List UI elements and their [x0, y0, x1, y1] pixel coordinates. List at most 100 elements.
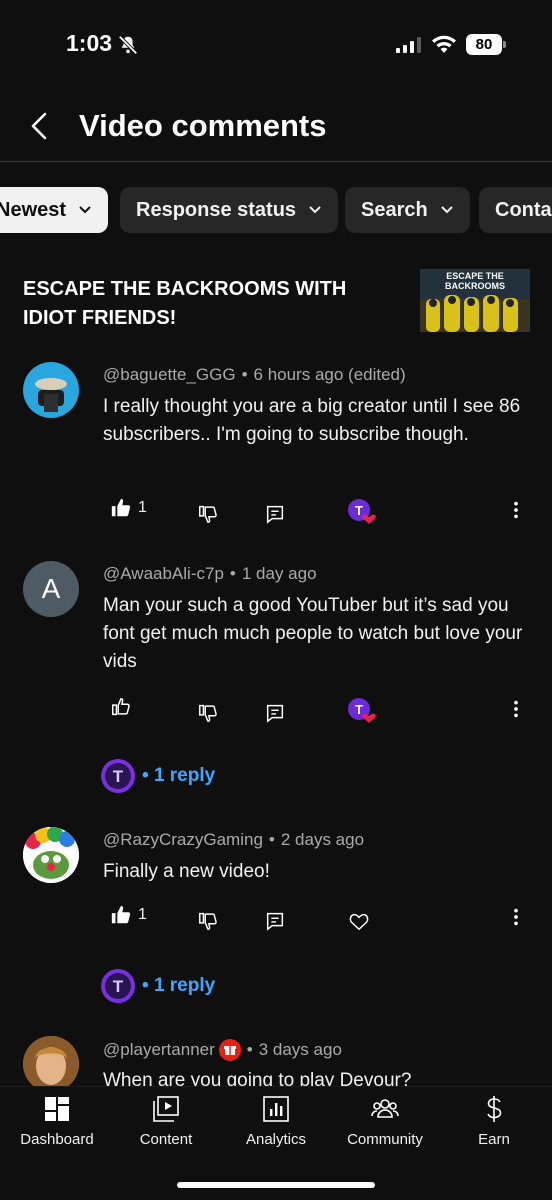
replies-label: • 1 reply — [142, 975, 216, 996]
chevron-down-icon — [441, 206, 453, 214]
nav-content[interactable]: Content — [111, 1095, 221, 1148]
dislike-button[interactable] — [197, 500, 219, 528]
chip-label: Conta — [495, 198, 552, 221]
comment-text: I really thought you are a big creator u… — [103, 396, 521, 445]
chip-contains[interactable]: Conta — [479, 187, 552, 233]
page-title: Video comments — [79, 108, 327, 143]
nav-analytics[interactable]: Analytics — [221, 1095, 331, 1148]
analytics-icon — [263, 1096, 289, 1122]
creator-avatar-icon: T — [101, 759, 135, 793]
dashboard-icon — [45, 1097, 69, 1121]
thumbs-up-filled-icon — [111, 905, 131, 924]
reply-comment-icon — [266, 704, 284, 723]
more-vertical-icon — [514, 908, 518, 926]
avatar-art — [23, 1036, 79, 1086]
svg-text:T: T — [355, 503, 363, 518]
reply-count: 1 reply — [153, 975, 216, 996]
home-indicator — [177, 1182, 375, 1188]
reply-button[interactable] — [264, 699, 286, 727]
comment-author[interactable]: @RazyCrazyGaming — [103, 830, 263, 850]
creator-heart-button[interactable]: T — [347, 498, 377, 526]
more-options-button[interactable] — [505, 903, 527, 931]
comment-author[interactable]: @AwaabAli-c7p — [103, 564, 224, 584]
comment-meta: @RazyCrazyGaming • 2 days ago — [103, 830, 364, 850]
chip-label: Newest — [0, 198, 67, 221]
comment-text: Finally a new video! — [103, 861, 270, 882]
content-icon — [153, 1096, 179, 1122]
avatar[interactable] — [23, 362, 79, 418]
battery-level: 80 — [466, 34, 502, 55]
avatar[interactable] — [23, 827, 79, 883]
heart-outline-icon — [349, 913, 369, 931]
comment-time: 1 day ago — [241, 564, 317, 583]
chip-label: Response status — [136, 198, 297, 221]
video-thumbnail[interactable]: ESCAPE THE BACKROOMS — [420, 269, 530, 332]
thumbs-up-filled-icon — [111, 498, 131, 517]
like-count: 1 — [138, 499, 147, 516]
creator-heart-icon: T — [348, 499, 376, 524]
nav-label: Earn — [478, 1131, 510, 1148]
creator-heart-button[interactable]: T — [347, 697, 377, 725]
comment-meta: @baguette_GGG • 6 hours ago (edited) — [103, 365, 406, 385]
svg-text:T: T — [113, 977, 124, 996]
meta-separator: • — [229, 564, 236, 583]
meta-separator: • — [246, 1040, 253, 1059]
reply-button[interactable] — [264, 500, 286, 528]
more-options-button[interactable] — [505, 496, 527, 524]
comment-time: 2 days ago — [280, 830, 365, 849]
reply-count: 1 reply — [153, 765, 216, 786]
avatar-art — [35, 378, 67, 412]
video-title[interactable]: ESCAPE THE BACKROOMS WITH IDIOT FRIENDS! — [23, 275, 403, 333]
reply-button[interactable] — [264, 907, 286, 935]
avatar[interactable]: A — [23, 561, 79, 617]
earn-icon — [487, 1096, 502, 1122]
battery-indicator: 80 — [466, 34, 506, 55]
back-arrow-icon[interactable] — [24, 108, 56, 144]
like-button[interactable]: 1 — [110, 494, 147, 522]
reply-comment-icon — [266, 505, 284, 524]
more-options-button[interactable] — [505, 695, 527, 723]
more-vertical-icon — [514, 501, 518, 519]
chip-newest[interactable]: Newest — [0, 187, 109, 233]
heart-button[interactable] — [348, 907, 370, 935]
cellular-signal-icon — [396, 37, 421, 53]
comment-author[interactable]: @playertanner — [103, 1040, 215, 1060]
dislike-button[interactable] — [197, 699, 219, 727]
avatar[interactable] — [23, 1036, 79, 1086]
nav-label: Community — [347, 1131, 423, 1148]
reply-comment-icon — [266, 912, 284, 931]
view-replies-button[interactable]: T • 1 reply — [100, 758, 215, 794]
creator-avatar-icon: T — [101, 969, 135, 1003]
like-button[interactable] — [110, 693, 132, 721]
gift-icon — [223, 1046, 236, 1055]
comment-item: @playertanner • 3 days ago When are you … — [0, 1036, 552, 1086]
nav-dashboard[interactable]: Dashboard — [2, 1095, 112, 1148]
comment-meta: @AwaabAli-c7p • 1 day ago — [103, 564, 317, 584]
svg-text:T: T — [113, 767, 124, 786]
svg-text:T: T — [355, 702, 363, 717]
view-replies-button[interactable]: T • 1 reply — [100, 968, 215, 1004]
chevron-down-icon — [309, 206, 321, 214]
status-time: 1:03 — [66, 30, 113, 56]
chip-response-status[interactable]: Response status — [120, 187, 339, 233]
like-count: 1 — [138, 906, 147, 923]
avatar-letter: A — [41, 573, 61, 604]
thumbnail-text: ESCAPE THE BACKROOMS — [445, 271, 505, 291]
meta-separator: • — [268, 830, 275, 849]
like-button[interactable]: 1 — [110, 901, 147, 929]
chip-search[interactable]: Search — [345, 187, 470, 233]
comment-text: Man your such a good YouTuber but it’s s… — [103, 595, 523, 672]
dislike-button[interactable] — [197, 907, 219, 935]
thumbs-down-icon — [199, 704, 217, 722]
nav-label: Dashboard — [20, 1131, 94, 1148]
nav-earn[interactable]: Earn — [439, 1095, 549, 1148]
nav-label: Content — [139, 1131, 193, 1148]
replies-label: • 1 reply — [142, 765, 216, 786]
avatar-art — [23, 827, 79, 883]
more-vertical-icon — [514, 700, 518, 718]
status-bar: 1:03 80 — [0, 0, 552, 90]
community-icon — [371, 1099, 399, 1118]
nav-community[interactable]: Community — [330, 1095, 440, 1148]
comment-author[interactable]: @baguette_GGG — [103, 365, 236, 385]
thumbs-up-icon — [112, 698, 130, 716]
